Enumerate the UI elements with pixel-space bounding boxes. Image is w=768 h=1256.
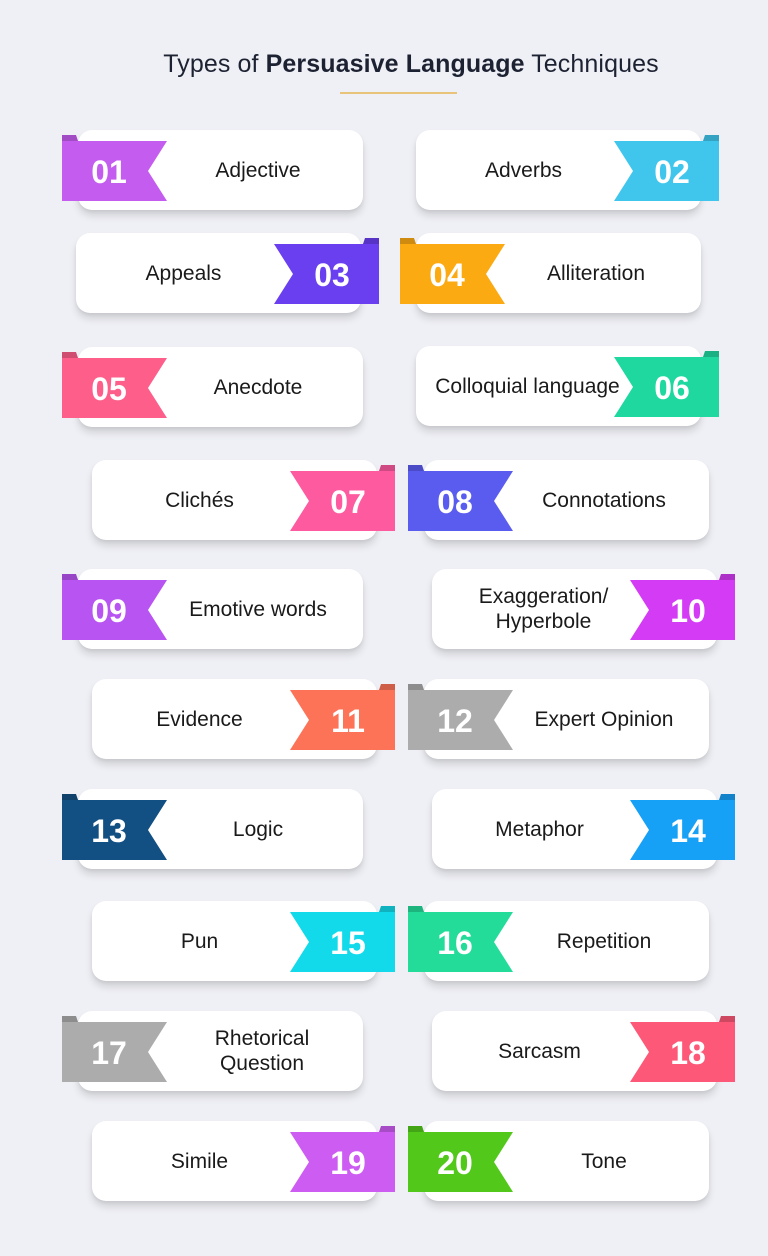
- number-ribbon: 12: [408, 684, 516, 750]
- technique-label: Simile: [170, 1149, 229, 1173]
- number-ribbon: 10: [627, 574, 735, 640]
- number-ribbon: 13: [62, 794, 170, 860]
- technique-label: Exaggeration/ Hyperbole: [478, 585, 609, 633]
- title-emphasis: Persuasive Language: [265, 50, 525, 78]
- technique-label: Rhetorical Question: [214, 1027, 310, 1075]
- technique-label: Expert Opinion: [534, 707, 674, 731]
- technique-label: Repetition: [556, 929, 652, 953]
- number-ribbon: 05: [62, 352, 170, 418]
- technique-number: 17: [91, 1034, 127, 1071]
- technique-label: Alliteration: [546, 261, 646, 285]
- technique-number: 15: [330, 924, 366, 961]
- number-ribbon: 07: [287, 465, 395, 531]
- technique-label: Connotations: [542, 488, 666, 512]
- technique-number: 03: [314, 256, 350, 293]
- title-suffix: Techniques: [524, 50, 659, 78]
- technique-label: Logic: [232, 817, 284, 841]
- technique-number: 12: [437, 702, 473, 739]
- number-ribbon: 08: [408, 465, 516, 531]
- technique-label: Appeals: [145, 261, 222, 285]
- technique-label: Colloquial language: [435, 374, 620, 398]
- technique-label: Pun: [180, 929, 219, 953]
- technique-number: 16: [437, 924, 473, 961]
- technique-label: Sarcasm: [498, 1039, 581, 1063]
- technique-number: 08: [437, 483, 473, 520]
- technique-label: Clichés: [165, 488, 234, 512]
- title-underline: [340, 92, 457, 94]
- number-ribbon: 11: [287, 684, 395, 750]
- number-ribbon: 14: [627, 794, 735, 860]
- technique-number: 19: [330, 1144, 366, 1181]
- number-ribbon: 01: [62, 135, 170, 201]
- number-ribbon: 18: [627, 1016, 735, 1082]
- technique-number: 01: [91, 153, 127, 190]
- technique-label: Adverbs: [484, 158, 563, 182]
- technique-number: 14: [670, 812, 706, 849]
- technique-number: 02: [654, 153, 690, 190]
- technique-number: 09: [91, 592, 127, 629]
- technique-number: 13: [91, 812, 127, 849]
- number-ribbon: 06: [611, 351, 719, 417]
- number-ribbon: 15: [287, 906, 395, 972]
- technique-number: 10: [670, 592, 706, 629]
- technique-label: Emotive words: [189, 597, 327, 621]
- technique-number: 18: [670, 1034, 706, 1071]
- technique-number: 06: [654, 369, 690, 406]
- technique-label: Tone: [581, 1149, 627, 1173]
- technique-number: 04: [429, 256, 465, 293]
- technique-number: 05: [91, 370, 127, 407]
- technique-label: Metaphor: [495, 817, 584, 841]
- technique-number: 20: [437, 1144, 473, 1181]
- number-ribbon: 20: [408, 1126, 516, 1192]
- number-ribbon: 04: [400, 238, 508, 304]
- number-ribbon: 17: [62, 1016, 170, 1082]
- number-ribbon: 16: [408, 906, 516, 972]
- title-prefix: Types of: [163, 50, 266, 78]
- number-ribbon: 19: [287, 1126, 395, 1192]
- technique-label: Adjective: [215, 158, 301, 182]
- page-title: Types of Persuasive Language Techniques: [0, 50, 768, 79]
- number-ribbon: 02: [611, 135, 719, 201]
- technique-label: Evidence: [156, 707, 243, 731]
- number-ribbon: 09: [62, 574, 170, 640]
- technique-label: Anecdote: [213, 375, 303, 399]
- number-ribbon: 03: [271, 238, 379, 304]
- technique-number: 07: [330, 483, 366, 520]
- technique-number: 11: [331, 702, 365, 739]
